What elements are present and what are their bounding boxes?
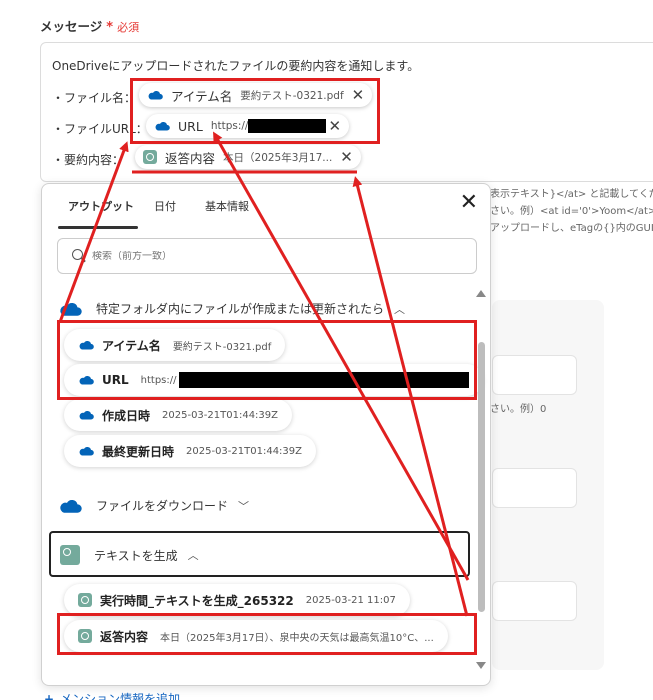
annotation-arrow-1 [58,141,129,323]
annotation-arrows [58,131,470,617]
annotation-arrow-2 [213,131,470,581]
annotation-arrow-3 [352,176,469,617]
